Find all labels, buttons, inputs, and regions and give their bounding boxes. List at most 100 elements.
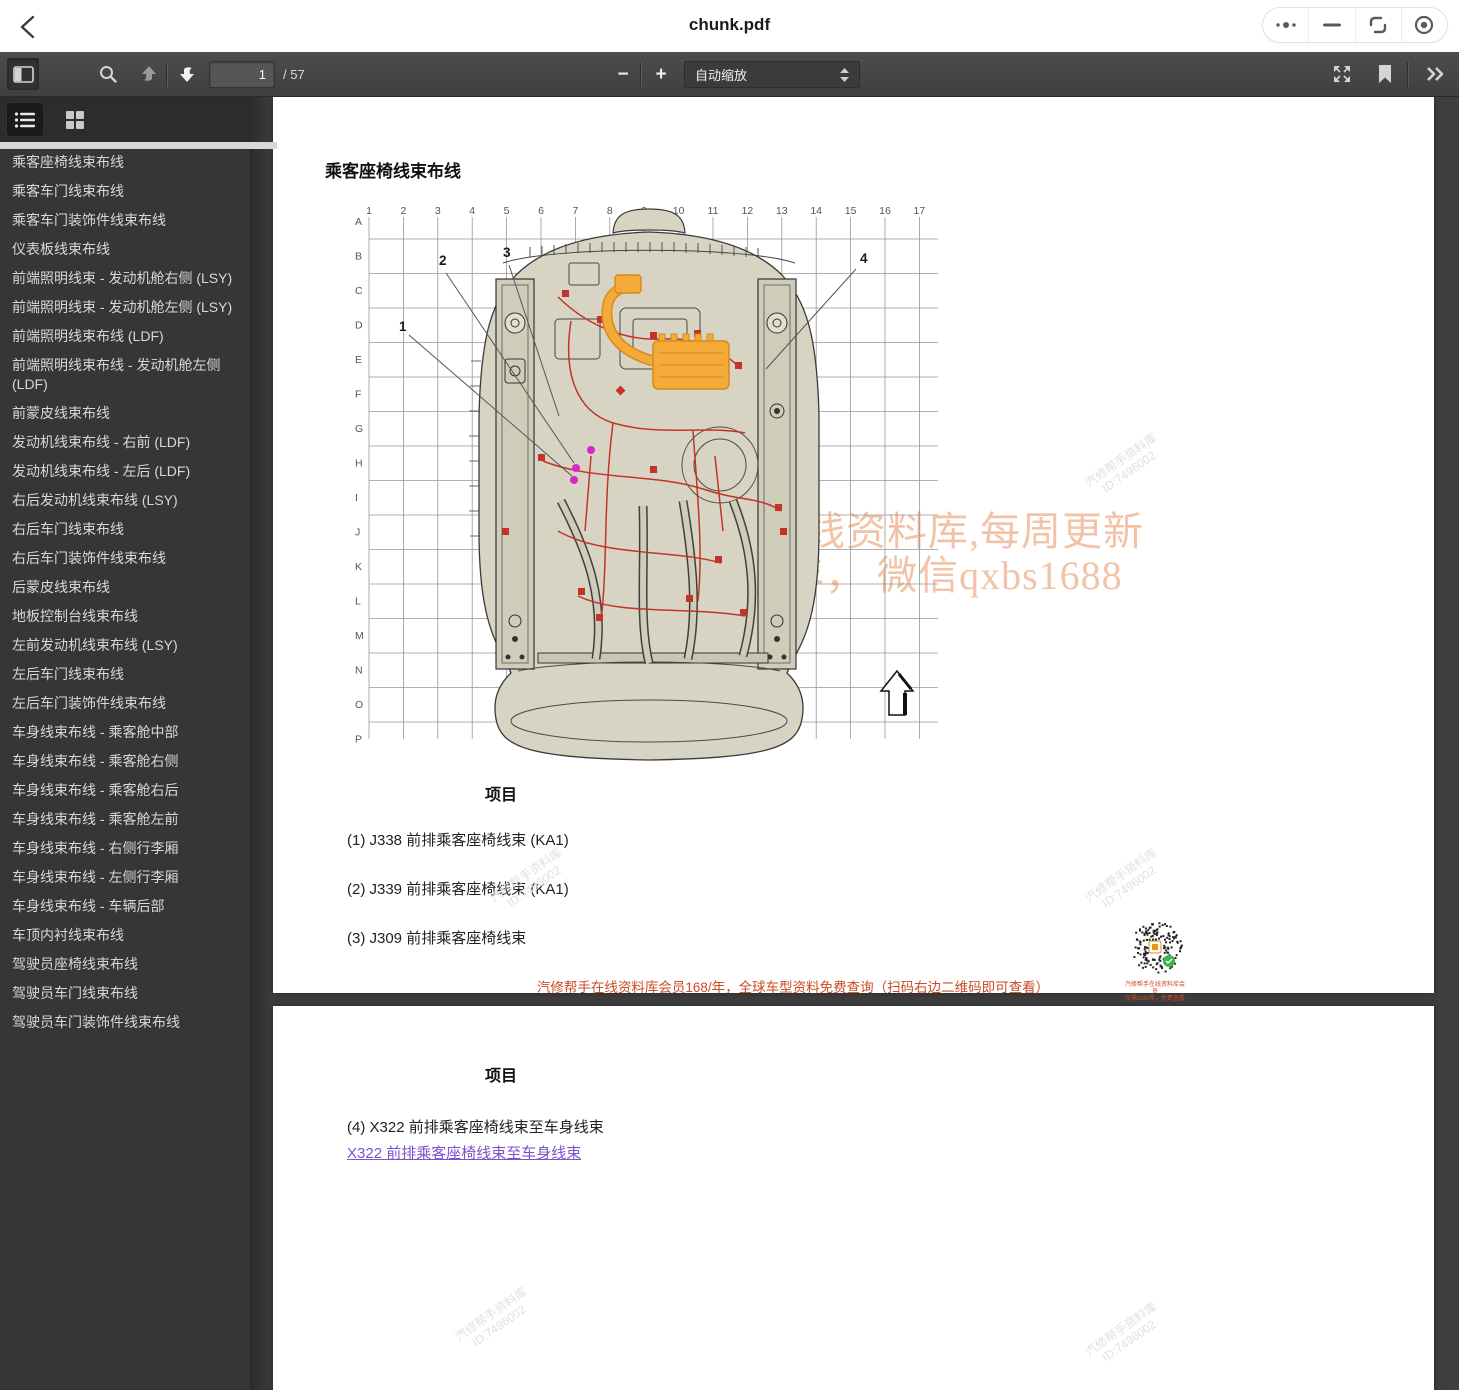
previous-page-button[interactable] xyxy=(133,58,165,90)
grid-column-label: 16 xyxy=(879,205,891,217)
grid-column-label: 12 xyxy=(742,205,754,217)
grid-column-label: 14 xyxy=(810,205,822,217)
outline-item[interactable]: 左前发动机线束布线 (LSY) xyxy=(12,631,240,660)
outline-item[interactable]: 车身线束布线 - 车辆后部 xyxy=(12,892,240,921)
grid-row-label: P xyxy=(355,734,362,746)
bookmark-button[interactable] xyxy=(1369,58,1401,90)
outline-item[interactable]: 右后车门线束布线 xyxy=(12,515,240,544)
outline-item[interactable]: 车身线束布线 - 右侧行李厢 xyxy=(12,834,240,863)
outline-item[interactable]: 前端照明线束布线 - 发动机舱左侧 (LDF) xyxy=(12,351,240,399)
outline-item[interactable]: 乘客座椅线束布线 xyxy=(12,148,240,177)
outline-item[interactable]: 车顶内衬线束布线 xyxy=(12,921,240,950)
outline-item[interactable]: 发动机线束布线 - 左后 (LDF) xyxy=(12,457,240,486)
outline-item[interactable]: 前端照明线束 - 发动机舱右侧 (LSY) xyxy=(12,264,240,293)
outline-item[interactable]: 车身线束布线 - 乘客舱中部 xyxy=(12,718,240,747)
grid-row-label: B xyxy=(355,251,362,263)
next-page-button[interactable] xyxy=(171,58,203,90)
page-up-icon xyxy=(140,64,158,84)
outline-list-icon xyxy=(14,111,36,129)
x322-link[interactable]: X322 前排乘客座椅线束至车身线束 xyxy=(347,1142,581,1163)
bookmark-icon xyxy=(1378,65,1392,83)
sidebar-shadow xyxy=(250,97,273,1390)
left-rail xyxy=(496,279,534,669)
thumbnails-view-button[interactable] xyxy=(57,103,93,136)
grid-row-label: N xyxy=(355,665,363,677)
pdf-viewer[interactable]: 乘客座椅线束布线 汽修帮手在线资料库,每周更新 会员仅需168/年， 微信qxb… xyxy=(250,97,1459,1390)
grid-column-label: 6 xyxy=(538,205,544,217)
presentation-mode-button[interactable] xyxy=(1326,58,1358,90)
zoom-in-button[interactable]: + xyxy=(645,58,677,90)
grid-column-label: 17 xyxy=(914,205,926,217)
outline-item[interactable]: 左后车门装饰件线束布线 xyxy=(12,689,240,718)
restore-button[interactable] xyxy=(1355,8,1401,42)
outline-item[interactable]: 乘客车门装饰件线束布线 xyxy=(12,206,240,235)
pdf-page-1: 乘客座椅线束布线 汽修帮手在线资料库,每周更新 会员仅需168/年， 微信qxb… xyxy=(273,97,1434,993)
doc-item: (1) J338 前排乘客座椅线束 (KA1) xyxy=(347,829,569,850)
outline-item[interactable]: 右后发动机线束布线 (LSY) xyxy=(12,486,240,515)
outline-item[interactable]: 驾驶员座椅线束布线 xyxy=(12,950,240,979)
page-down-icon xyxy=(178,64,196,84)
outline-item[interactable]: 后蒙皮线束布线 xyxy=(12,573,240,602)
grid-column-label: 3 xyxy=(435,205,441,217)
minimize-icon xyxy=(1322,22,1342,28)
right-rail xyxy=(758,279,796,669)
sidebar-toolbar xyxy=(0,97,250,142)
page-title: 乘客座椅线束布线 xyxy=(325,157,461,182)
pdf-page-2: 项目 (4) X322 前排乘客座椅线束至车身线束 X322 前排乘客座椅线束至… xyxy=(273,1006,1434,1390)
more-button[interactable] xyxy=(1263,8,1308,42)
sidebar-toggle-icon xyxy=(13,66,34,83)
grid-column-label: 1 xyxy=(366,205,372,217)
grid-row-label: K xyxy=(355,561,362,573)
grid-row-label: L xyxy=(355,596,361,608)
zoom-select-value: 自动缩放 xyxy=(695,65,747,84)
doc-item: (4) X322 前排乘客座椅线束至车身线束 xyxy=(347,1116,604,1137)
outline-item[interactable]: 乘客车门线束布线 xyxy=(12,177,240,206)
zoom-out-button[interactable]: − xyxy=(607,58,639,90)
outline-item[interactable]: 发动机线束布线 - 右前 (LDF) xyxy=(12,428,240,457)
outline-item[interactable]: 车身线束布线 - 乘客舱右侧 xyxy=(12,747,240,776)
qr-block: 汽修帮手在线资料库会员 仅需168/年，免费查看 xyxy=(1123,919,1187,1003)
diagonal-watermark: 汽修帮手资料库ID:7496002 xyxy=(1083,430,1168,501)
search-button[interactable] xyxy=(92,58,124,90)
sidebar-toggle-button[interactable] xyxy=(7,58,39,90)
outline-list: 乘客座椅线束布线乘客车门线束布线乘客车门装饰件线束布线仪表板线束布线前端照明线束… xyxy=(0,142,250,1390)
page-number-input[interactable] xyxy=(209,61,275,88)
outline-item[interactable]: 前端照明线束 - 发动机舱左侧 (LSY) xyxy=(12,293,240,322)
document-title: chunk.pdf xyxy=(0,15,1459,35)
toolbar-separator xyxy=(167,62,168,87)
outline-item[interactable]: 驾驶员车门装饰件线束布线 xyxy=(12,1008,240,1037)
section-heading: 项目 xyxy=(485,1062,517,1086)
thumbnails-grid-icon xyxy=(65,110,85,130)
grid-row-label: E xyxy=(355,354,362,366)
diagonal-watermark: 汽修帮手资料库ID:7496002 xyxy=(1083,845,1168,916)
record-button[interactable] xyxy=(1401,8,1447,42)
doc-item: (3) J309 前排乘客座椅线束 xyxy=(347,927,526,948)
outline-item[interactable]: 车身线束布线 - 乘客舱右后 xyxy=(12,776,240,805)
minimize-button[interactable] xyxy=(1308,8,1354,42)
seat-harness-diagram: 1234567891011121314151617ABCDEFGHIJKLMNO… xyxy=(353,201,953,761)
zoom-select[interactable]: 自动缩放 xyxy=(684,61,860,88)
sidebar: 乘客座椅线束布线乘客车门线束布线乘客车门装饰件线束布线仪表板线束布线前端照明线束… xyxy=(0,97,250,1390)
outline-item[interactable]: 车身线束布线 - 乘客舱左前 xyxy=(12,805,240,834)
callout-label: 3 xyxy=(503,245,511,260)
grid-column-label: 13 xyxy=(776,205,788,217)
page-count-label: / 57 xyxy=(283,67,305,82)
outline-item[interactable]: 车身线束布线 - 左侧行李厢 xyxy=(12,863,240,892)
outline-view-button[interactable] xyxy=(7,103,43,136)
grid-row-label: M xyxy=(355,630,364,642)
outline-item[interactable]: 地板控制台线束布线 xyxy=(12,602,240,631)
outline-item[interactable]: 左后车门线束布线 xyxy=(12,660,240,689)
outline-item[interactable]: 驾驶员车门线束布线 xyxy=(12,979,240,1008)
callout-label: 4 xyxy=(860,251,868,266)
diagonal-watermark: 汽修帮手资料库ID:7496002 xyxy=(453,1284,538,1355)
grid-column-label: 2 xyxy=(400,205,406,217)
outline-item[interactable]: 仪表板线束布线 xyxy=(12,235,240,264)
more-tools-button[interactable] xyxy=(1419,58,1451,90)
outline-item[interactable]: 前蒙皮线束布线 xyxy=(12,399,240,428)
outline-item[interactable]: 前端照明线束布线 (LDF) xyxy=(12,322,240,351)
outline-item[interactable]: 右后车门装饰件线束布线 xyxy=(12,544,240,573)
toolbar-separator xyxy=(641,62,642,87)
restore-icon xyxy=(1368,15,1388,35)
fullscreen-icon xyxy=(1332,64,1352,84)
grid-row-label: A xyxy=(355,216,362,228)
